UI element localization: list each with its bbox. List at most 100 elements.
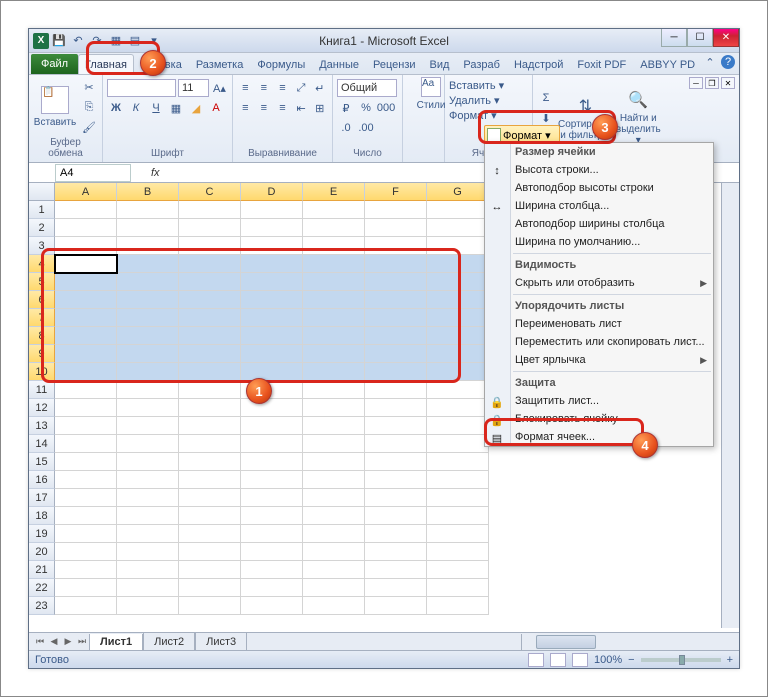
cell[interactable]: [427, 453, 489, 471]
row-header[interactable]: 11: [29, 381, 55, 399]
cell[interactable]: [427, 561, 489, 579]
cell[interactable]: [117, 507, 179, 525]
bold-icon[interactable]: Ж: [107, 99, 125, 117]
save-icon[interactable]: 💾: [50, 32, 68, 50]
cell[interactable]: [303, 345, 365, 363]
cell[interactable]: [365, 489, 427, 507]
row-header[interactable]: 13: [29, 417, 55, 435]
cell[interactable]: [179, 219, 241, 237]
sheet-tab-3[interactable]: Лист3: [195, 633, 247, 650]
cell[interactable]: [303, 525, 365, 543]
cell[interactable]: [55, 453, 117, 471]
cell[interactable]: [427, 291, 489, 309]
column-header[interactable]: B: [117, 183, 179, 201]
cell[interactable]: [55, 381, 117, 399]
row-header[interactable]: 2: [29, 219, 55, 237]
cell[interactable]: [303, 291, 365, 309]
menu-hide[interactable]: Скрыть или отобразить▶: [485, 274, 713, 292]
tab-data[interactable]: Данные: [312, 54, 366, 74]
cell[interactable]: [179, 327, 241, 345]
view-layout-icon[interactable]: [550, 653, 566, 667]
column-header[interactable]: G: [427, 183, 489, 201]
cell[interactable]: [427, 579, 489, 597]
row-header[interactable]: 1: [29, 201, 55, 219]
tab-home[interactable]: Главная: [78, 54, 134, 74]
cell[interactable]: [55, 543, 117, 561]
cell[interactable]: [179, 435, 241, 453]
cell[interactable]: [117, 201, 179, 219]
cell[interactable]: [365, 543, 427, 561]
cell[interactable]: [55, 525, 117, 543]
row-header[interactable]: 12: [29, 399, 55, 417]
cell[interactable]: [55, 255, 117, 273]
menu-move[interactable]: Переместить или скопировать лист...: [485, 333, 713, 351]
fill-color-icon[interactable]: ◢: [187, 99, 205, 117]
cell[interactable]: [55, 273, 117, 291]
qat-dropdown-icon[interactable]: ▾: [145, 32, 163, 50]
cell[interactable]: [427, 255, 489, 273]
row-header[interactable]: 9: [29, 345, 55, 363]
format-cells-button[interactable]: Формат ▾: [449, 109, 528, 122]
cell[interactable]: [365, 435, 427, 453]
mdi-restore-icon[interactable]: ❐: [705, 77, 719, 89]
wrap-icon[interactable]: ↵: [311, 79, 328, 97]
cell[interactable]: [55, 291, 117, 309]
font-size-combo[interactable]: 11: [178, 79, 209, 97]
font-combo[interactable]: [107, 79, 176, 97]
underline-icon[interactable]: Ч: [147, 99, 165, 117]
cell[interactable]: [365, 363, 427, 381]
cell[interactable]: [427, 525, 489, 543]
cell[interactable]: [117, 525, 179, 543]
cell[interactable]: [303, 507, 365, 525]
cell[interactable]: [55, 309, 117, 327]
cell[interactable]: [365, 273, 427, 291]
cell[interactable]: [241, 471, 303, 489]
cell[interactable]: [365, 327, 427, 345]
orientation-icon[interactable]: ⤢: [293, 79, 310, 97]
menu-autofit-col[interactable]: Автоподбор ширины столбца: [485, 215, 713, 233]
cell[interactable]: [303, 489, 365, 507]
cell[interactable]: [241, 399, 303, 417]
cell[interactable]: [55, 471, 117, 489]
cell[interactable]: [117, 381, 179, 399]
cell[interactable]: [427, 237, 489, 255]
cell[interactable]: [241, 417, 303, 435]
cell[interactable]: [303, 219, 365, 237]
cell[interactable]: [303, 201, 365, 219]
cell[interactable]: [427, 597, 489, 615]
column-header[interactable]: E: [303, 183, 365, 201]
column-header[interactable]: D: [241, 183, 303, 201]
cell[interactable]: [55, 345, 117, 363]
cell[interactable]: [179, 489, 241, 507]
align-bot-icon[interactable]: ≡: [274, 79, 291, 97]
cell[interactable]: [117, 237, 179, 255]
cell[interactable]: [241, 435, 303, 453]
cell[interactable]: [427, 345, 489, 363]
cell[interactable]: [55, 237, 117, 255]
row-header[interactable]: 7: [29, 309, 55, 327]
cell[interactable]: [241, 237, 303, 255]
menu-row-height[interactable]: ↕Высота строки...: [485, 161, 713, 179]
cell[interactable]: [241, 273, 303, 291]
inc-decimal-icon[interactable]: .0: [337, 119, 355, 137]
percent-icon[interactable]: %: [357, 99, 375, 117]
italic-icon[interactable]: К: [127, 99, 145, 117]
cell[interactable]: [179, 237, 241, 255]
cell[interactable]: [117, 309, 179, 327]
ribbon-minimize-icon[interactable]: ⌃: [703, 55, 717, 69]
cell[interactable]: [365, 291, 427, 309]
column-header[interactable]: C: [179, 183, 241, 201]
cell[interactable]: [179, 399, 241, 417]
help-icon[interactable]: ?: [721, 55, 735, 69]
menu-format-cells[interactable]: ▤Формат ячеек...: [485, 428, 713, 446]
cell[interactable]: [427, 435, 489, 453]
row-header[interactable]: 16: [29, 471, 55, 489]
cell[interactable]: [55, 561, 117, 579]
row-header[interactable]: 10: [29, 363, 55, 381]
grow-font-icon[interactable]: A▴: [211, 79, 228, 97]
cell[interactable]: [241, 489, 303, 507]
cell[interactable]: [179, 363, 241, 381]
number-format-combo[interactable]: Общий: [337, 79, 397, 97]
vertical-scrollbar[interactable]: [721, 183, 739, 628]
cell[interactable]: [241, 309, 303, 327]
